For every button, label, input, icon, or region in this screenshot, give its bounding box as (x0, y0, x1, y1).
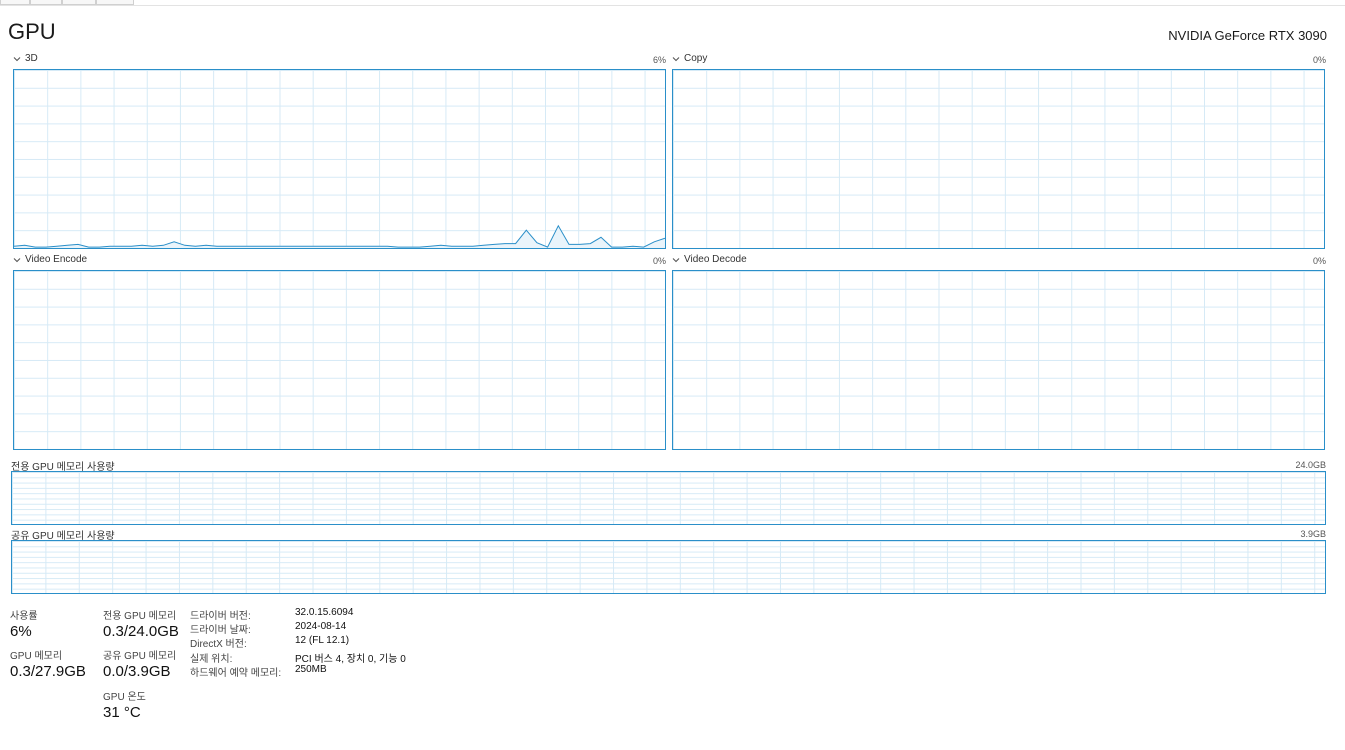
chevron-down-icon (13, 257, 21, 262)
info-key: 하드웨어 예약 메모리: (190, 668, 282, 679)
dedicated-memory-graph-max: 24.0GB (1295, 460, 1326, 470)
engine-graph-3d (13, 69, 666, 249)
info-key: 드라이버 버전: (190, 611, 251, 622)
dedicated-memory-value: 0.3/24.0GB (103, 623, 179, 640)
utilization-line-chart (14, 224, 665, 248)
info-value: 250MB (295, 664, 327, 675)
window-top-strip (0, 0, 1345, 6)
engine-label: Video Encode (25, 254, 88, 265)
engine-label: Copy (684, 53, 708, 64)
info-value: PCI 버스 4, 장치 0, 기능 0 (295, 654, 406, 665)
engine-value: 0% (1312, 256, 1326, 266)
utilization-value: 6% (10, 623, 32, 640)
top-tab[interactable] (62, 0, 96, 5)
shared-memory-graph (11, 540, 1326, 594)
gpu-temperature-value: 31 °C (103, 704, 141, 721)
chevron-down-icon (672, 257, 680, 262)
engine-label: Video Decode (684, 254, 747, 265)
info-value: 32.0.15.6094 (295, 607, 354, 618)
gpu-memory-label: GPU 메모리 (10, 651, 63, 662)
engine-value: 0% (1312, 55, 1326, 65)
top-tab[interactable] (0, 0, 30, 5)
engine-value: 6% (652, 55, 666, 65)
shared-memory-label: 공유 GPU 메모리 (103, 651, 177, 662)
dedicated-memory-label: 전용 GPU 메모리 (103, 611, 177, 622)
shared-memory-graph-max: 3.9GB (1300, 529, 1326, 539)
top-tab[interactable] (30, 0, 62, 5)
engine-selector-video-decode[interactable]: Video Decode (671, 254, 747, 265)
chevron-down-icon (672, 56, 680, 61)
info-value: 12 (FL 12.1) (295, 635, 350, 646)
engine-selector-copy[interactable]: Copy (671, 53, 707, 64)
engine-graph-video-decode (672, 270, 1325, 450)
gpu-memory-value: 0.3/27.9GB (10, 663, 86, 680)
chevron-down-icon (13, 56, 21, 61)
shared-memory-value: 0.0/3.9GB (103, 663, 171, 680)
top-tab[interactable] (96, 0, 134, 5)
utilization-area (14, 225, 665, 248)
engine-graph-video-encode (13, 270, 666, 450)
dedicated-memory-graph (11, 471, 1326, 525)
engine-selector-3d[interactable]: 3D (12, 53, 38, 64)
info-key: DirectX 버전: (190, 639, 247, 650)
utilization-label: 사용률 (10, 611, 38, 622)
engine-graph-copy (672, 69, 1325, 249)
gpu-model-name: NVIDIA GeForce RTX 3090 (1168, 28, 1327, 43)
engine-selector-video-encode[interactable]: Video Encode (12, 254, 87, 265)
page-title: GPU (8, 19, 56, 44)
engine-label: 3D (25, 53, 38, 64)
engine-value: 0% (652, 256, 666, 266)
info-value: 2024-08-14 (295, 621, 347, 632)
gpu-temperature-label: GPU 온도 (103, 692, 146, 703)
info-key: 드라이버 날짜: (190, 625, 251, 636)
info-key: 실제 위치: (190, 654, 233, 665)
